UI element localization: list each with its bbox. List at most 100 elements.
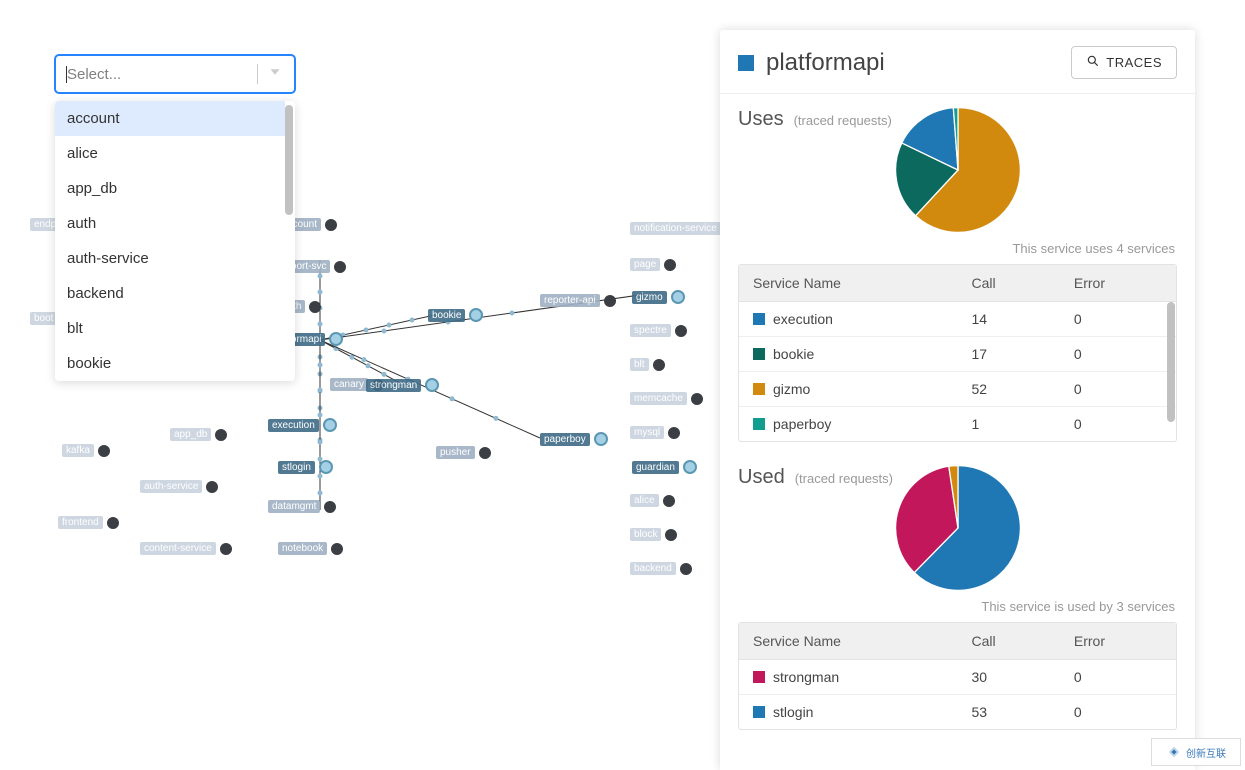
graph-node-label: auth-service [140,480,202,493]
select-control[interactable]: Select... [55,55,295,93]
error-count: 0 [1060,372,1176,407]
chevron-down-icon[interactable] [266,63,284,86]
graph-node-label: page [630,258,660,271]
select-scrollbar[interactable] [285,105,293,215]
graph-node[interactable]: app_db [170,428,227,441]
table-header: Service Name [739,265,958,302]
graph-node[interactable]: guardian [632,460,697,474]
graph-node-dot [309,301,321,313]
select-option[interactable]: bookie [55,346,285,381]
table-header: Error [1060,265,1176,302]
select-option[interactable]: blt [55,311,285,346]
table-header: Call [958,265,1060,302]
table-row[interactable]: bookie170 [739,337,1176,372]
service-color-swatch [738,55,754,71]
service-name: paperboy [773,416,831,432]
graph-node[interactable]: paperboy [540,432,608,446]
graph-node-label: reporter-api [540,294,600,307]
service-name: gizmo [773,381,810,397]
service-name: execution [773,311,833,327]
select-option[interactable]: account [55,101,285,136]
select-option[interactable]: app_db [55,171,285,206]
graph-node[interactable]: reporter-api [540,294,616,307]
table-row[interactable]: execution140 [739,302,1176,337]
graph-node-label: notification-service [630,222,721,235]
uses-table: Service NameCallError execution140bookie… [738,264,1177,442]
service-select[interactable]: Select... accountaliceapp_dbauthauth-ser… [55,55,295,381]
graph-node[interactable]: stlogin [278,460,333,474]
uses-heading: Uses [738,108,784,131]
used-pie-chart [893,463,1023,593]
graph-node[interactable]: backend [630,562,692,575]
service-color-swatch [753,348,765,360]
graph-node[interactable]: mysql [630,426,680,439]
uses-section: Uses (traced requests) This service uses… [720,94,1195,442]
table-header: Service Name [739,623,958,660]
used-section: Used (traced requests) This service is u… [720,452,1195,730]
graph-node[interactable]: kafka [62,444,110,457]
graph-node[interactable]: memcache [630,392,703,405]
watermark-logo: 创新互联 [1151,738,1241,766]
graph-node-label: stlogin [278,461,315,474]
service-color-swatch [753,383,765,395]
uses-table-scrollbar[interactable] [1167,302,1175,422]
select-option[interactable]: auth-service [55,241,285,276]
graph-node[interactable]: alice [630,494,675,507]
graph-node-dot [671,290,685,304]
select-placeholder: Select... [66,66,249,83]
graph-node-dot [425,378,439,392]
service-name: bookie [773,346,814,362]
graph-node[interactable]: gizmo [632,290,685,304]
table-row[interactable]: paperboy10 [739,407,1176,441]
call-count: 14 [958,302,1060,337]
graph-node-dot [691,393,703,405]
service-color-swatch [753,671,765,683]
graph-node[interactable]: page [630,258,676,271]
graph-node[interactable]: blt [630,358,665,371]
traces-button[interactable]: TRACES [1071,46,1177,79]
graph-node-dot [329,332,343,346]
graph-node-dot [675,325,687,337]
select-menu[interactable]: accountaliceapp_dbauthauth-servicebacken… [55,101,295,381]
panel-header: platformapi TRACES [720,30,1195,94]
table-header: Call [958,623,1060,660]
graph-node-label: strongman [366,379,421,392]
graph-node-label: execution [268,419,319,432]
used-caption: This service is used by 3 services [981,599,1175,614]
graph-node-dot [680,563,692,575]
graph-node-dot [331,543,343,555]
graph-node-label: app_db [170,428,211,441]
table-row[interactable]: stlogin530 [739,695,1176,729]
select-option[interactable]: auth [55,206,285,241]
graph-node[interactable]: auth-service [140,480,218,493]
table-header: Error [1060,623,1176,660]
traces-button-label: TRACES [1106,55,1162,70]
call-count: 1 [958,407,1060,441]
graph-node[interactable]: bookie [428,308,483,322]
graph-node[interactable]: pusher [436,446,491,459]
graph-node[interactable]: datamgmt [268,500,336,513]
service-color-swatch [753,418,765,430]
graph-node[interactable]: block [630,528,677,541]
graph-node[interactable]: notebook [278,542,343,555]
select-option[interactable]: alice [55,136,285,171]
graph-node[interactable]: execution [268,418,337,432]
table-row[interactable]: gizmo 520 [739,372,1176,407]
graph-node[interactable]: strongman [366,378,439,392]
select-separator [257,64,258,84]
uses-pie-chart [893,105,1023,235]
graph-node[interactable]: content-service [140,542,232,555]
graph-node-dot [604,295,616,307]
graph-node-label: pusher [436,446,475,459]
graph-node-label: backend [630,562,676,575]
used-table: Service NameCallError strongman300stlogi… [738,622,1177,730]
select-option[interactable]: backend [55,276,285,311]
graph-node-label: bookie [428,309,465,322]
graph-node-label: kafka [62,444,94,457]
search-icon [1086,54,1100,71]
graph-node-dot [664,259,676,271]
graph-node[interactable]: frontend [58,516,119,529]
call-count: 52 [958,372,1060,407]
graph-node[interactable]: spectre [630,324,687,337]
table-row[interactable]: strongman300 [739,660,1176,695]
